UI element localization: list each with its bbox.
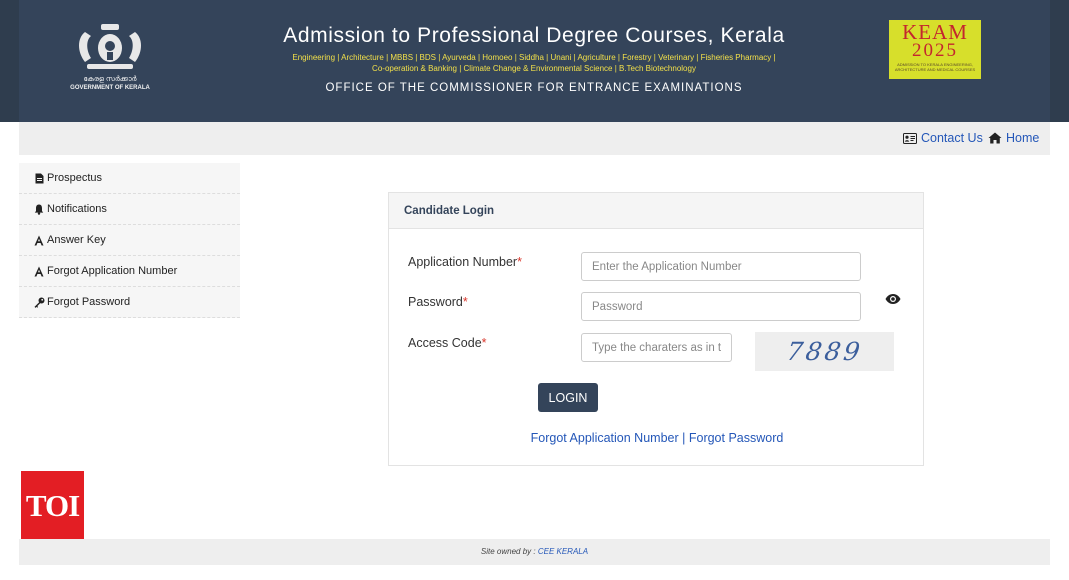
forgot-links: Forgot Application Number | Forgot Passw… — [389, 431, 925, 445]
footer-prefix: Site owned by : — [480, 547, 538, 556]
contact-card-icon — [903, 132, 917, 144]
kerala-emblem-logo: കേരള സർക്കാർ GOVERNMENT OF KERALA — [67, 18, 153, 94]
top-nav-bar: Contact Us Home — [19, 122, 1050, 155]
cee-kerala-link[interactable]: CEE KERALA — [538, 547, 588, 556]
toi-watermark-logo: TOI — [21, 471, 84, 540]
required-mark: * — [462, 295, 468, 309]
courses-list: Engineering | Architecture | MBBS | BDS … — [292, 53, 776, 73]
sidebar-item-answer-key[interactable]: Answer Key — [19, 225, 240, 256]
home-link[interactable]: Home — [988, 131, 1039, 145]
sidebar-item-label: Prospectus — [47, 172, 103, 184]
access-code-input[interactable] — [581, 333, 732, 362]
key-icon — [33, 296, 45, 308]
letter-a-icon — [33, 234, 45, 246]
show-password-eye-icon[interactable] — [885, 292, 901, 304]
captcha-image: 7889 — [755, 332, 894, 371]
password-label: Password* — [408, 295, 468, 309]
sidebar-item-label: Forgot Application Number — [47, 265, 178, 277]
page-title: Admission to Professional Degree Courses… — [283, 24, 785, 47]
sidebar-item-forgot-password[interactable]: Forgot Password — [19, 287, 240, 318]
required-mark: * — [481, 336, 487, 350]
application-number-input[interactable] — [581, 252, 861, 281]
emblem-icon — [79, 24, 141, 69]
keam-logo-word: KEAM — [902, 20, 968, 44]
bottom-strip — [0, 565, 1069, 580]
access-code-label-text: Access Code — [408, 336, 482, 350]
sidebar-item-notifications[interactable]: Notifications — [19, 194, 240, 225]
login-button[interactable]: LOGIN — [538, 383, 598, 412]
forgot-application-number-link[interactable]: Forgot Application Number — [531, 431, 679, 445]
required-mark: * — [517, 255, 522, 269]
forgot-password-link[interactable]: Forgot Password — [689, 431, 783, 445]
office-subtitle: OFFICE OF THE COMMISSIONER FOR ENTRANCE … — [325, 82, 743, 94]
home-icon — [988, 132, 1002, 144]
contact-us-label: Contact Us — [921, 131, 983, 145]
password-input[interactable] — [581, 292, 861, 321]
title-block: Admission to Professional Degree Courses… — [199, 22, 869, 94]
access-code-label: Access Code* — [408, 336, 487, 350]
sidebar-item-prospectus[interactable]: Prospectus — [19, 163, 240, 194]
keam-2025-logo: KEAM 2025 ADMISSION TO KERALA ENGINEERIN… — [889, 20, 981, 79]
emblem-malayalam-text: കേരള സർക്കാർ — [83, 76, 137, 83]
candidate-login-panel: Candidate Login Application Number* Pass… — [388, 192, 924, 466]
link-separator: | — [682, 431, 686, 445]
captcha-text: 7889 — [784, 337, 865, 366]
contact-us-link[interactable]: Contact Us — [903, 131, 983, 145]
site-footer: Site owned by : CEE KERALA — [19, 539, 1050, 565]
sidebar-item-forgot-application-number[interactable]: Forgot Application Number — [19, 256, 240, 287]
emblem-caption: GOVERNMENT OF KERALA — [70, 85, 150, 91]
home-label: Home — [1006, 131, 1040, 145]
sidebar-item-label: Answer Key — [47, 234, 106, 246]
keam-logo-subtext: ADMISSION TO KERALA ENGINEERING, ARCHITE… — [894, 62, 976, 72]
site-header: കേരള സർക്കാർ GOVERNMENT OF KERALA Admiss… — [19, 0, 1050, 122]
keam-logo-year: 2025 — [912, 40, 958, 61]
letter-a-icon — [33, 265, 45, 277]
login-panel-heading: Candidate Login — [389, 193, 923, 229]
password-label-text: Password — [408, 295, 463, 309]
toi-logo-text: TOI — [25, 487, 80, 523]
application-number-label: Application Number* — [408, 255, 522, 269]
left-margin — [0, 122, 19, 580]
sidebar: Prospectus Notifications Answer Key Forg… — [19, 163, 240, 318]
sidebar-item-label: Notifications — [47, 203, 107, 215]
right-margin — [1050, 122, 1069, 580]
application-number-label-text: Application Number — [408, 255, 518, 269]
bell-icon — [33, 203, 45, 215]
file-icon — [33, 172, 45, 184]
sidebar-item-label: Forgot Password — [47, 296, 131, 308]
